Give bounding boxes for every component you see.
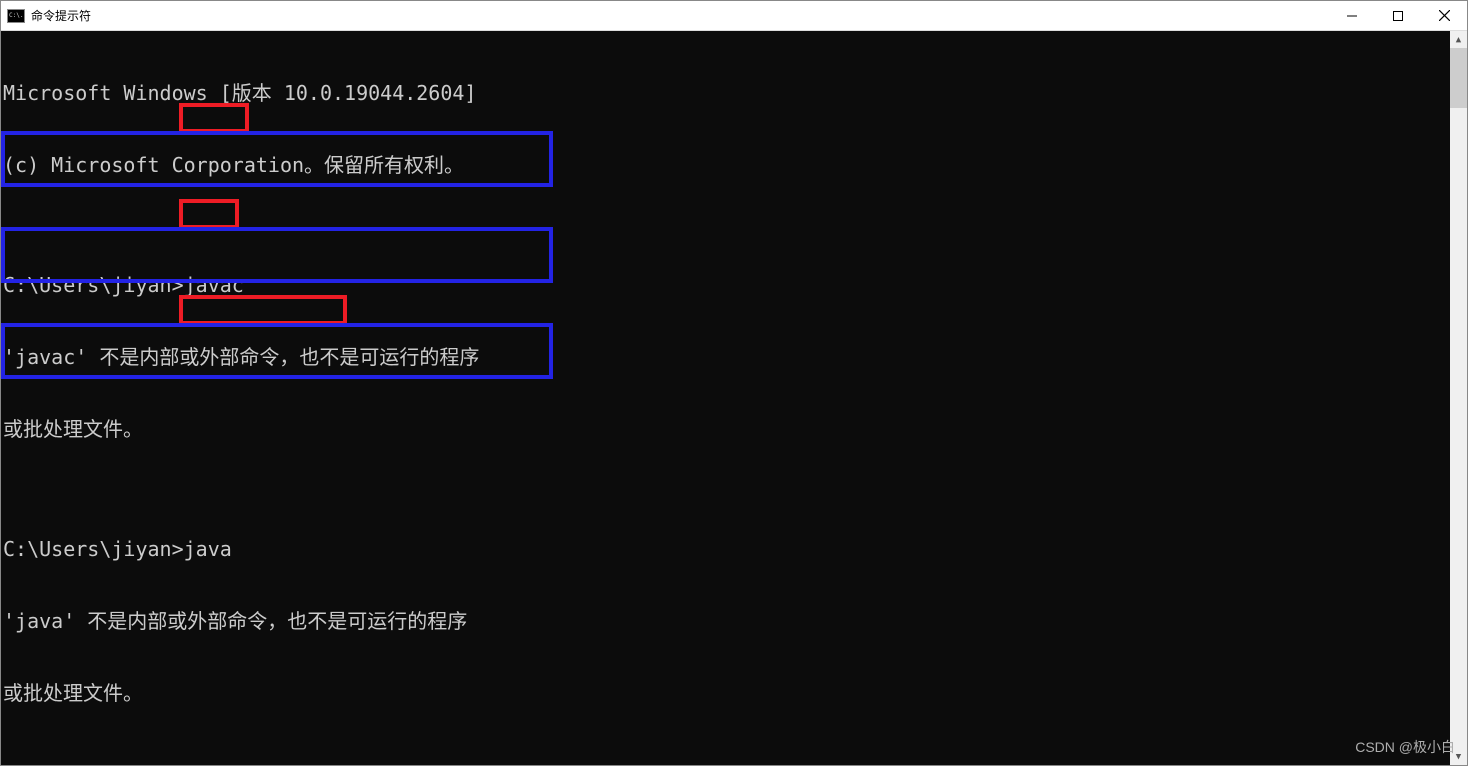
highlight-java-version-cmd	[179, 295, 347, 325]
command-prompt-window: C:\. 命令提示符 Microsoft Windows [版本 10.0.19…	[0, 0, 1468, 766]
titlebar[interactable]: C:\. 命令提示符	[1, 1, 1467, 31]
error-java-1: 'java' 不是内部或外部命令，也不是可运行的程序	[3, 609, 1467, 633]
highlight-java-cmd	[179, 199, 239, 229]
terminal-area[interactable]: Microsoft Windows [版本 10.0.19044.2604] (…	[1, 31, 1467, 765]
watermark: CSDN @极小白	[1355, 735, 1455, 759]
scroll-up-icon[interactable]: ▲	[1450, 31, 1467, 48]
close-icon	[1439, 10, 1450, 21]
version-line: Microsoft Windows [版本 10.0.19044.2604]	[3, 81, 1467, 105]
copyright-line: (c) Microsoft Corporation。保留所有权利。	[3, 153, 1467, 177]
close-button[interactable]	[1421, 1, 1467, 30]
highlight-javac-cmd	[179, 103, 249, 133]
prompt-javac: C:\Users\jiyan>javac	[3, 273, 1467, 297]
error-javac-1: 'javac' 不是内部或外部命令，也不是可运行的程序	[3, 345, 1467, 369]
minimize-button[interactable]	[1329, 1, 1375, 30]
prompt-java: C:\Users\jiyan>java	[3, 537, 1467, 561]
title-left: C:\. 命令提示符	[1, 7, 91, 24]
scrollbar[interactable]: ▲ ▼	[1450, 31, 1467, 765]
app-icon: C:\.	[7, 9, 25, 23]
minimize-icon	[1347, 11, 1357, 21]
maximize-button[interactable]	[1375, 1, 1421, 30]
scrollbar-thumb[interactable]	[1450, 48, 1467, 108]
error-java-2: 或批处理文件。	[3, 681, 1467, 705]
error-javac-2: 或批处理文件。	[3, 417, 1467, 441]
window-controls	[1329, 1, 1467, 30]
window-title: 命令提示符	[31, 7, 91, 24]
maximize-icon	[1393, 11, 1403, 21]
